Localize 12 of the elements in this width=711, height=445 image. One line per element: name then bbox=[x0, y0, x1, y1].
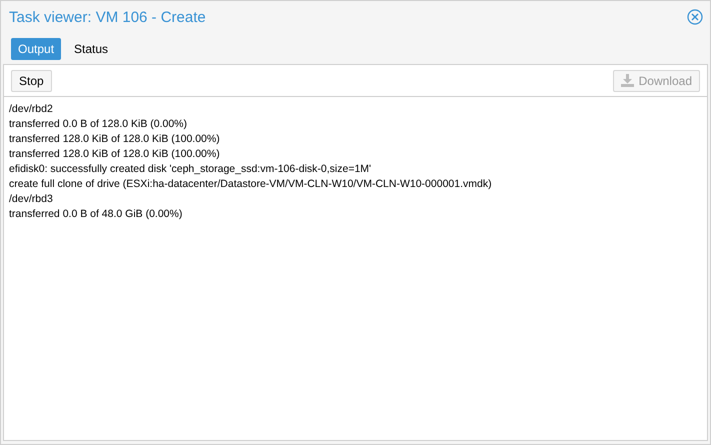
window-title: Task viewer: VM 106 - Create bbox=[9, 8, 206, 26]
log-line: /dev/rbd3 bbox=[9, 192, 54, 207]
log-line: transferred 128.0 KiB of 128.0 KiB (100.00%) bbox=[9, 147, 221, 162]
log-line: create full clone of drive (ESXi:ha-datacenter/Datastore-VM/VM-CLN-W10/VM-CLN-W10-000001.vmdk) bbox=[9, 177, 493, 192]
tab[interactable]: Status bbox=[67, 38, 116, 60]
log-line: /dev/rbd2 bbox=[9, 102, 54, 117]
log-line: transferred 0.0 B of 48.0 GiB (0.00%) bbox=[9, 207, 184, 222]
close-icon[interactable] bbox=[687, 9, 703, 25]
log-line: efidisk0: successfully created disk 'ceph_storage_ssd:vm-106-disk-0,size=1M' bbox=[9, 162, 372, 177]
stop-button[interactable]: Stop bbox=[11, 70, 52, 92]
log-line: transferred 128.0 KiB of 128.0 KiB (100.00%) bbox=[9, 132, 221, 147]
log-line: transferred 0.0 B of 128.0 KiB (0.00%) bbox=[9, 117, 188, 132]
